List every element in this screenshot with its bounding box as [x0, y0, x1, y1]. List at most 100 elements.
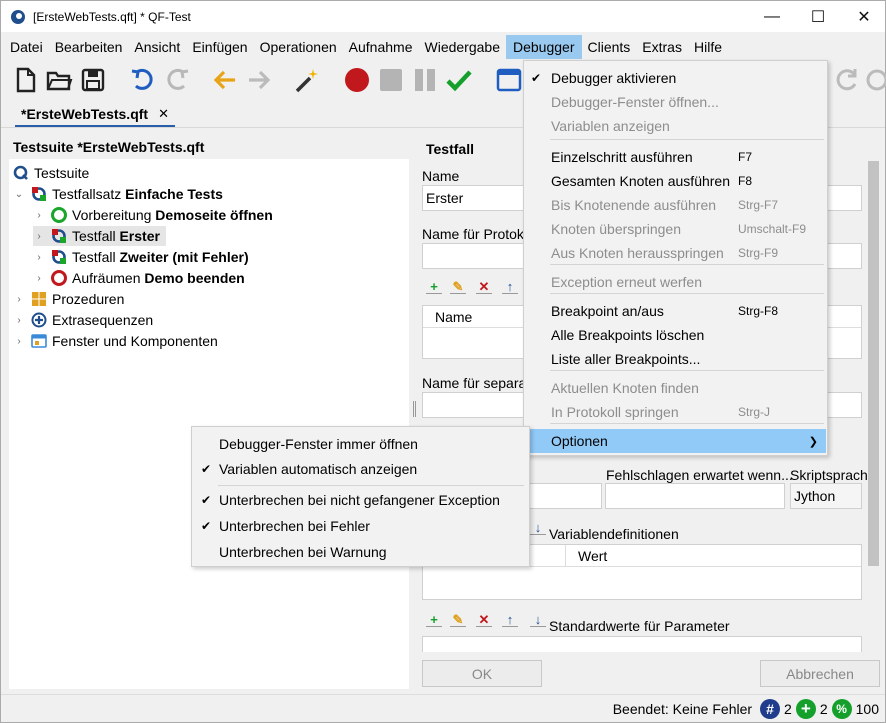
expand-arrow-icon[interactable]: › [33, 273, 45, 284]
move-down-icon[interactable]: ↓ [530, 521, 546, 535]
tab-ersteweb-tests[interactable]: *ErsteWebTests.qft ✕ [15, 102, 175, 127]
open-folder-icon[interactable] [45, 66, 73, 94]
tree-node-fenster-komponenten[interactable]: › Fenster und Komponenten [13, 331, 218, 351]
defaults-label: Standardwerte für Parameter [549, 618, 730, 634]
tree-node-testfallsatz[interactable]: ⌄ Testfallsatz Einfache Tests [13, 184, 223, 204]
delete-row-icon[interactable]: ✕ [476, 280, 492, 294]
pause-icon[interactable] [411, 66, 439, 94]
maximize-button[interactable]: ☐ [795, 1, 841, 32]
hash-count-icon: # [760, 699, 781, 719]
options-menu-item-2[interactable]: ✔ Unterbrechen bei nicht gefangener Excep… [193, 488, 528, 512]
magic-wand-icon[interactable] [293, 66, 321, 94]
expand-arrow-icon[interactable]: › [13, 315, 25, 326]
vertical-scrollbar[interactable] [865, 151, 882, 691]
menu-item-label: Variablen automatisch anzeigen [219, 461, 418, 477]
menu-clients[interactable]: Clients [582, 36, 637, 58]
close-window-button[interactable]: ✕ [841, 1, 886, 32]
menu-bearbeiten[interactable]: Bearbeiten [49, 36, 129, 58]
menu-item-label: In Protokoll springen [551, 404, 679, 420]
debugger-menu-item-8[interactable]: Exception erneut werfen [525, 270, 826, 294]
menu-hilfe[interactable]: Hilfe [688, 36, 728, 58]
back-arrow-icon[interactable] [211, 66, 239, 94]
minimize-button[interactable]: — [749, 1, 795, 32]
tree-node-label: Prozeduren [52, 291, 125, 307]
tree-node-testfall-erster[interactable]: › Testfall Erster [33, 226, 166, 246]
collapse-arrow-icon[interactable]: ⌄ [13, 189, 25, 200]
redo-icon[interactable] [163, 66, 191, 94]
menu-extras[interactable]: Extras [636, 36, 688, 58]
edit-row-icon[interactable]: ✎ [450, 280, 466, 294]
debugger-menu-item-13[interactable]: In Protokoll springen Strg-J [525, 400, 826, 424]
fail-expected-field[interactable] [605, 483, 785, 509]
node-type: Aufräumen [72, 270, 145, 286]
debugger-menu-item-6[interactable]: Knoten überspringen Umschalt-F9 [525, 217, 826, 241]
debugger-menu-item-7[interactable]: Aus Knoten herausspringen Strg-F9 [525, 241, 826, 265]
debugger-menu-item-0[interactable]: ✔ Debugger aktivieren [525, 66, 826, 90]
menu-datei[interactable]: Datei [4, 36, 49, 58]
add-default-icon[interactable]: + [426, 613, 442, 627]
options-menu-item-0[interactable]: Debugger-Fenster immer öffnen [193, 432, 528, 456]
new-file-icon[interactable] [11, 66, 39, 94]
toolbar-overflow-icon[interactable] [861, 66, 886, 94]
node-type: Testfall [72, 249, 120, 265]
options-menu-item-3[interactable]: ✔ Unterbrechen bei Fehler [193, 514, 528, 538]
undo-icon[interactable] [129, 66, 157, 94]
menu-aufnahme[interactable]: Aufnahme [343, 36, 419, 58]
menu-operationen[interactable]: Operationen [254, 36, 343, 58]
tree-node-prozeduren[interactable]: › Prozeduren [13, 289, 124, 309]
tree-node-testfall-zweiter[interactable]: › Testfall Zweiter (mit Fehler) [33, 247, 248, 267]
menu-item-label: Liste aller Breakpoints... [551, 351, 701, 367]
expand-arrow-icon[interactable]: › [13, 336, 25, 347]
check-icon[interactable] [445, 66, 473, 94]
script-language-select[interactable]: Jython [790, 483, 862, 509]
menu-einfuegen[interactable]: Einfügen [186, 36, 253, 58]
forward-arrow-icon[interactable] [245, 66, 273, 94]
tree-node-testsuite[interactable]: Testsuite [13, 163, 89, 183]
save-icon[interactable] [79, 66, 107, 94]
menu-item-label: Aktuellen Knoten finden [551, 380, 699, 396]
move-up-default-icon[interactable]: ↑ [502, 613, 518, 627]
tree-node-vorbereitung[interactable]: › Vorbereitung Demoseite öffnen [33, 205, 273, 225]
menu-item-shortcut: Strg-F8 [738, 304, 779, 318]
record-icon[interactable] [343, 66, 371, 94]
debugger-menu-item-1[interactable]: Debugger-Fenster öffnen... [525, 90, 826, 114]
move-down-default-icon[interactable]: ↓ [530, 613, 546, 627]
edit-default-icon[interactable]: ✎ [450, 613, 466, 627]
menu-item-label: Unterbrechen bei Warnung [219, 544, 387, 560]
tree-node-label: Fenster und Komponenten [52, 333, 218, 349]
cancel-button[interactable]: Abbrechen [760, 660, 880, 687]
tab-close-icon[interactable]: ✕ [158, 106, 169, 122]
menu-wiedergabe[interactable]: Wiedergabe [419, 36, 507, 58]
delete-default-icon[interactable]: ✕ [476, 613, 492, 627]
window-icon[interactable] [495, 66, 523, 94]
debugger-menu-item-3[interactable]: Einzelschritt ausführen F7 [525, 145, 826, 169]
expand-arrow-icon[interactable]: › [13, 294, 25, 305]
debugger-menu-item-9[interactable]: Breakpoint an/aus Strg-F8 [525, 299, 826, 323]
debugger-menu-item-5[interactable]: Bis Knotenende ausführen Strg-F7 [525, 193, 826, 217]
tree-node-aufraeumen[interactable]: › Aufräumen Demo beenden [33, 268, 245, 288]
ok-button[interactable]: OK [422, 660, 542, 687]
testsuite-icon [13, 165, 28, 180]
debugger-menu-item-12[interactable]: Aktuellen Knoten finden [525, 376, 826, 400]
move-up-icon[interactable]: ↑ [502, 280, 518, 294]
debugger-menu-item-2[interactable]: Variablen anzeigen [525, 114, 826, 138]
menu-separator [550, 139, 824, 140]
debugger-menu-item-11[interactable]: Liste aller Breakpoints... [525, 347, 826, 371]
reload-icon[interactable] [833, 66, 861, 94]
debugger-menu-item-10[interactable]: Alle Breakpoints löschen [525, 323, 826, 347]
debugger-menu-popup: ✔ Debugger aktivieren Debugger-Fenster öff… [523, 60, 828, 456]
menu-item-shortcut: Strg-F9 [738, 246, 779, 260]
expand-arrow-icon[interactable]: › [33, 252, 45, 263]
add-row-icon[interactable]: + [426, 280, 442, 294]
tree-node-extrasequenzen[interactable]: › Extrasequenzen [13, 310, 153, 330]
menu-debugger[interactable]: Debugger [506, 35, 582, 59]
options-menu-item-1[interactable]: ✔ Variablen automatisch anzeigen [193, 457, 528, 481]
expand-arrow-icon[interactable]: › [33, 231, 45, 242]
scrollbar-thumb[interactable] [868, 161, 879, 566]
debugger-menu-item-4[interactable]: Gesamten Knoten ausführen F8 [525, 169, 826, 193]
stop-icon[interactable] [377, 66, 405, 94]
debugger-menu-item-14[interactable]: Optionen ❯ [525, 429, 826, 453]
expand-arrow-icon[interactable]: › [33, 210, 45, 221]
menu-ansicht[interactable]: Ansicht [128, 36, 186, 58]
options-menu-item-4[interactable]: Unterbrechen bei Warnung [193, 540, 528, 564]
